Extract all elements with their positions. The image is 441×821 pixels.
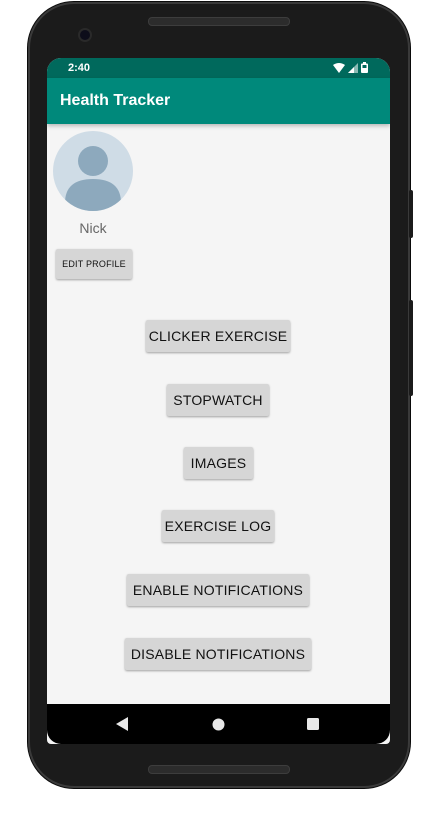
navigation-bar bbox=[47, 704, 390, 744]
profile-name: Nick bbox=[79, 220, 107, 236]
clicker-exercise-button[interactable]: CLICKER EXERCISE bbox=[146, 320, 290, 352]
exercise-log-button[interactable]: EXERCISE LOG bbox=[162, 510, 274, 542]
volume-button bbox=[409, 300, 413, 396]
status-icons bbox=[333, 62, 368, 73]
status-bar: 2:40 bbox=[47, 58, 390, 78]
images-button[interactable]: IMAGES bbox=[184, 447, 253, 479]
home-button[interactable] bbox=[198, 704, 238, 744]
status-time: 2:40 bbox=[68, 62, 91, 74]
recents-icon bbox=[307, 718, 319, 730]
back-button[interactable] bbox=[102, 704, 142, 744]
disable-notifications-button[interactable]: DISABLE NOTIFICATIONS bbox=[125, 638, 311, 670]
person-avatar-icon bbox=[53, 131, 133, 211]
screen: 2:40 Health Tracker Nick EDIT PROFILE CL… bbox=[47, 58, 390, 744]
signal-icon bbox=[348, 62, 358, 73]
edit-profile-button[interactable]: EDIT PROFILE bbox=[56, 249, 132, 279]
battery-icon bbox=[361, 62, 368, 73]
top-speaker bbox=[148, 17, 290, 26]
app-bar: Health Tracker bbox=[47, 78, 390, 124]
power-button bbox=[409, 190, 413, 238]
back-icon bbox=[116, 717, 128, 731]
recents-button[interactable] bbox=[293, 704, 333, 744]
stopwatch-button[interactable]: STOPWATCH bbox=[167, 384, 269, 416]
home-icon bbox=[212, 718, 224, 730]
enable-notifications-button[interactable]: ENABLE NOTIFICATIONS bbox=[127, 574, 309, 606]
front-camera bbox=[80, 30, 90, 40]
bottom-speaker bbox=[148, 765, 290, 774]
app-title: Health Tracker bbox=[60, 92, 171, 109]
wifi-icon bbox=[333, 62, 345, 73]
